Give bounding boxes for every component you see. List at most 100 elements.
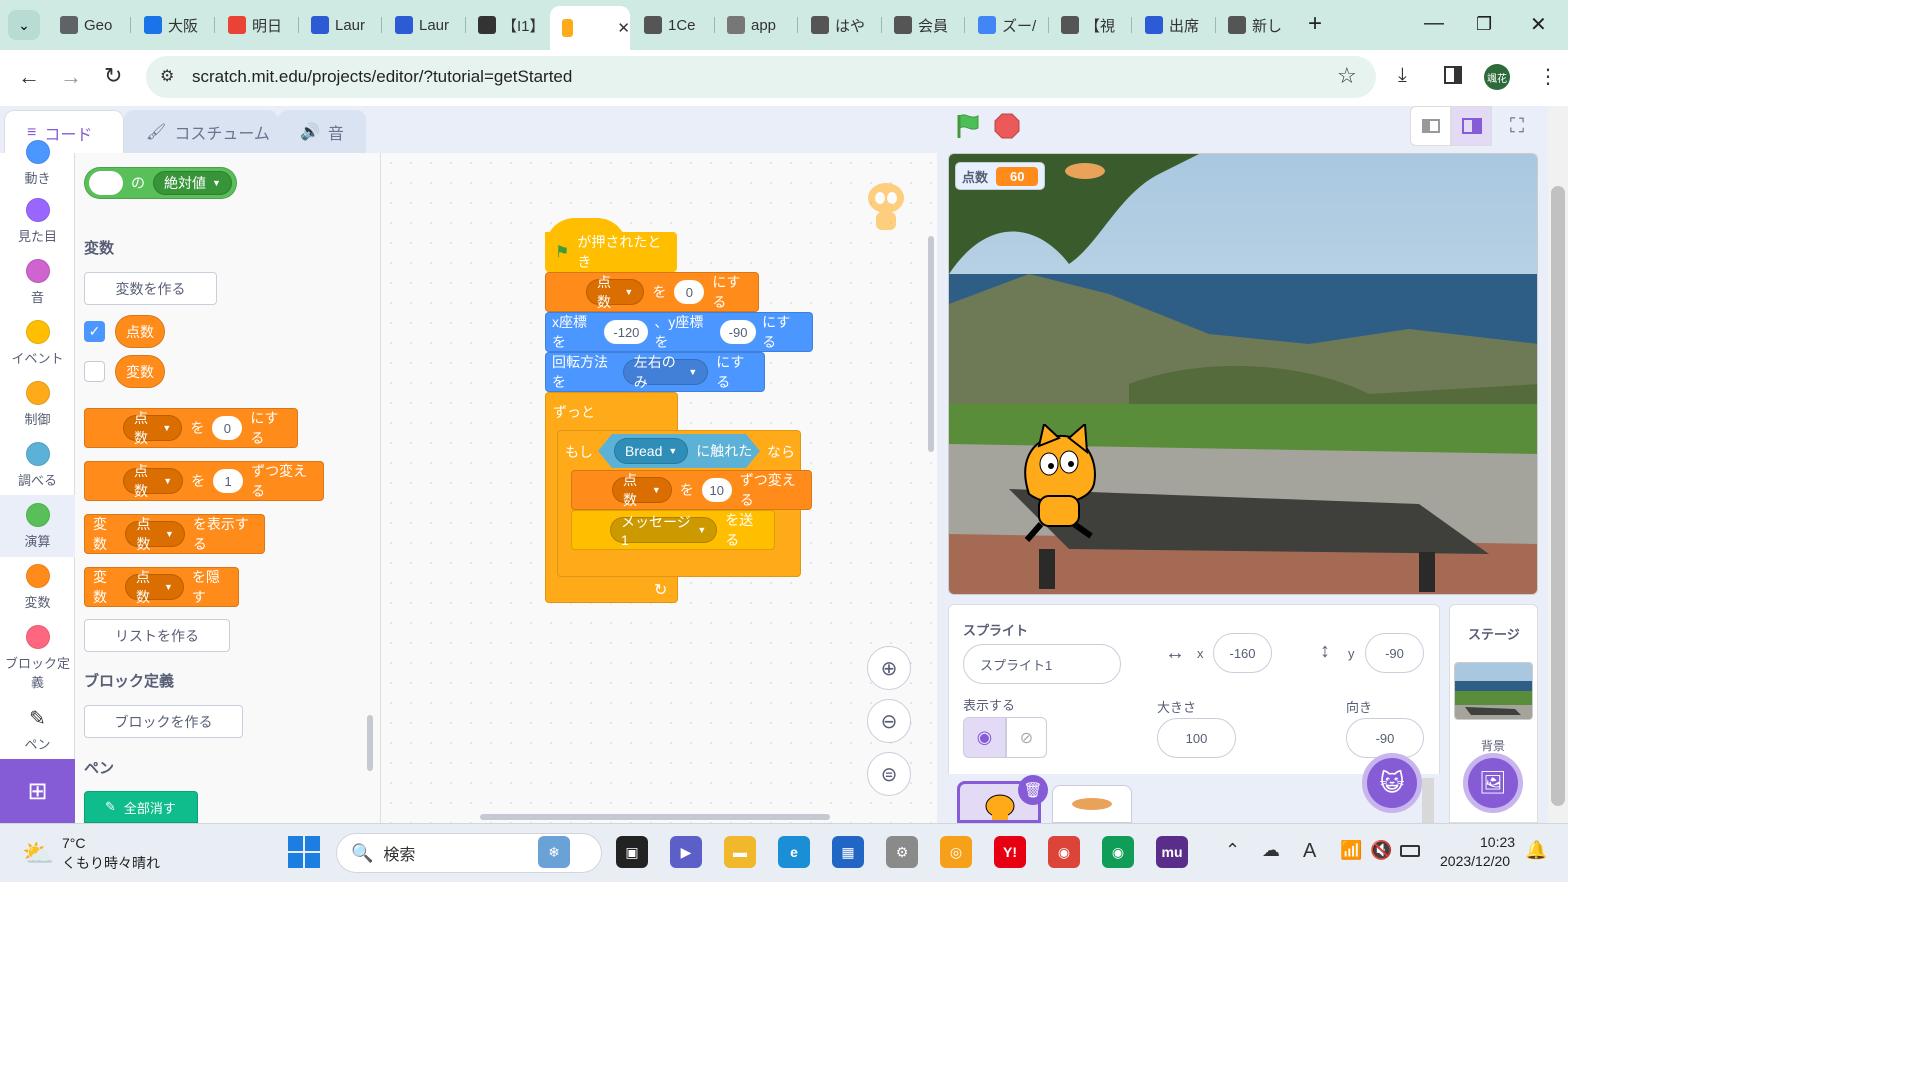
taskbar-app-yahoo-icon[interactable]: Y! (994, 836, 1026, 868)
show-var-dropdown[interactable]: 点数 ▼ (125, 516, 185, 552)
maximize-button[interactable]: ❐ (1476, 14, 1492, 35)
tab-search-button[interactable]: ⌄ (8, 10, 40, 40)
extension-button[interactable]: ⊞ (0, 759, 75, 823)
ime-icon[interactable]: A (1303, 840, 1316, 863)
url-text[interactable]: scratch.mit.edu/projects/editor/?tutoria… (192, 67, 572, 87)
back-button[interactable]: ← (18, 64, 40, 90)
palette-var-score[interactable]: 点数 (115, 315, 165, 348)
set-var-dropdown[interactable]: 点数 ▼ (586, 274, 645, 310)
stage-canvas[interactable]: 点数 60 (948, 153, 1538, 595)
goto-xy-block[interactable]: x座標を -120 、y座標を -90 にする (545, 312, 813, 352)
size-field[interactable]: 100 (1157, 718, 1236, 758)
change-value-input[interactable]: 1 (213, 469, 244, 493)
broadcast-block[interactable]: メッセージ1 ▼ を送る (571, 510, 775, 550)
bread-sprite[interactable] (1065, 163, 1105, 179)
set-var-block[interactable]: 点数 ▼ を 0 にする (545, 272, 759, 312)
category-item[interactable]: ブロック定義 (0, 625, 75, 691)
tab-sound[interactable]: 🔊 音 (278, 110, 366, 154)
delete-sprite-button[interactable]: 🗑 (1018, 775, 1048, 805)
category-item[interactable]: 音 (0, 259, 75, 306)
notification-bell-icon[interactable]: 🔔 (1525, 840, 1547, 861)
cloud-offline-icon[interactable]: ☁ (1262, 840, 1280, 861)
close-tab-icon[interactable]: ✕ (617, 19, 630, 37)
show-hidden-button[interactable]: ⊘ (1006, 717, 1047, 758)
category-item[interactable]: 見た目 (0, 198, 75, 245)
sprite-name-field[interactable]: スプライト1 (963, 644, 1121, 684)
add-backdrop-button[interactable]: 🖼 (1463, 753, 1523, 813)
make-block-button[interactable]: ブロックを作る (84, 705, 243, 738)
clock-date[interactable]: 2023/12/20 (1440, 853, 1510, 869)
reload-button[interactable]: ↻ (104, 63, 122, 89)
zoom-out-button[interactable]: ⊖ (867, 699, 911, 743)
taskbar-app-settings-icon[interactable]: ⚙ (886, 836, 918, 868)
new-tab-button[interactable]: + (1308, 10, 1322, 38)
browser-tab[interactable]: 明日 (216, 8, 298, 42)
start-button[interactable] (288, 836, 320, 868)
zoom-reset-button[interactable]: ⊜ (867, 752, 911, 796)
change-value-input[interactable]: 10 (701, 478, 732, 502)
category-item[interactable]: イベント (0, 320, 75, 367)
change-var-block[interactable]: 点数 ▼ を 10 ずつ変える (571, 470, 812, 510)
zoom-in-button[interactable]: ⊕ (867, 646, 911, 690)
rotation-dropdown[interactable]: 左右のみ ▼ (622, 354, 709, 390)
direction-field[interactable]: -90 (1346, 718, 1424, 758)
script-vscrollbar[interactable] (928, 236, 934, 452)
battery-icon[interactable] (1400, 845, 1420, 857)
stage-thumbnail[interactable] (1454, 662, 1533, 720)
taskbar-app-taskview-icon[interactable]: ▣ (616, 836, 648, 868)
sprite-list-scrollbar[interactable] (1422, 778, 1434, 823)
category-item[interactable]: 動き (0, 140, 75, 187)
minimize-button[interactable]: — (1424, 12, 1444, 35)
show-visible-button[interactable]: ◉ (963, 717, 1006, 758)
script-hscrollbar[interactable] (480, 814, 830, 820)
taskbar-app-mu-icon[interactable]: mu (1156, 836, 1188, 868)
volume-muted-icon[interactable]: 🔇 (1370, 840, 1392, 861)
wifi-icon[interactable]: 📶 (1340, 840, 1362, 861)
browser-tab[interactable]: 会員 (882, 8, 964, 42)
fullscreen-button[interactable]: ⛶ (1496, 106, 1538, 146)
goto-x-input[interactable]: -120 (604, 320, 649, 344)
var1-checkbox[interactable]: ✓ (84, 321, 105, 342)
weather-temp[interactable]: 7°C (62, 835, 86, 851)
add-sprite-button[interactable]: 😺 (1362, 753, 1422, 813)
menu-kebab-icon[interactable]: ⋮ (1538, 64, 1558, 89)
browser-tab[interactable]: 【I1】 (466, 8, 548, 42)
browser-tab[interactable]: 新し (1216, 8, 1298, 42)
weather-icon[interactable]: ⛅ (22, 838, 54, 869)
palette-scrollbar[interactable] (367, 715, 373, 771)
stop-button[interactable] (994, 113, 1020, 139)
rotation-style-block[interactable]: 回転方法を 左右のみ ▼ にする (545, 352, 765, 392)
taskbar-app-store-icon[interactable]: ▦ (832, 836, 864, 868)
palette-block-pen-clear[interactable]: ✎ 全部消す (84, 791, 198, 823)
when-flag-clicked-block[interactable]: ⚑ が押されたとき (545, 232, 677, 272)
taskbar-app-chrome-icon[interactable]: ◉ (1048, 836, 1080, 868)
small-stage-button[interactable] (1410, 106, 1451, 146)
taskbar-app-folder-icon[interactable]: ❄ (538, 836, 570, 868)
palette-var-variable[interactable]: 変数 (115, 355, 165, 388)
browser-tab[interactable]: Laur (299, 8, 381, 42)
change-var-dropdown[interactable]: 点数 ▼ (612, 472, 672, 508)
forward-button[interactable]: → (60, 64, 82, 90)
taskbar-app-edge-icon[interactable]: e (778, 836, 810, 868)
browser-tab[interactable]: ズー/ (966, 8, 1048, 42)
clock-time[interactable]: 10:23 (1480, 834, 1515, 850)
close-window-button[interactable]: ✕ (1530, 12, 1547, 37)
abs-input[interactable] (89, 171, 123, 195)
browser-tab[interactable]: 大阪 (132, 8, 214, 42)
taskbar-app-explorer-icon[interactable]: ▬ (724, 836, 756, 868)
make-list-button[interactable]: リストを作る (84, 619, 230, 652)
green-flag-button[interactable] (954, 112, 982, 140)
weather-desc[interactable]: くもり時々晴れ (62, 853, 160, 873)
normal-stage-button[interactable] (1451, 106, 1492, 146)
set-value-input[interactable]: 0 (674, 280, 705, 304)
category-item[interactable]: 調べる (0, 442, 75, 489)
browser-tab[interactable]: 1Ce (632, 8, 714, 42)
page-scrollbar-thumb[interactable] (1551, 186, 1565, 806)
browser-tab[interactable]: ✕ (550, 6, 630, 50)
browser-tab[interactable]: はや (799, 8, 881, 42)
score-monitor[interactable]: 点数 60 (955, 162, 1046, 190)
make-variable-button[interactable]: 変数を作る (84, 272, 217, 305)
palette-block-hide-var[interactable]: 変数 点数 ▼ を隠す (84, 567, 239, 607)
abs-dropdown[interactable]: 絶対値 ▼ (153, 171, 232, 195)
goto-y-input[interactable]: -90 (720, 320, 757, 344)
